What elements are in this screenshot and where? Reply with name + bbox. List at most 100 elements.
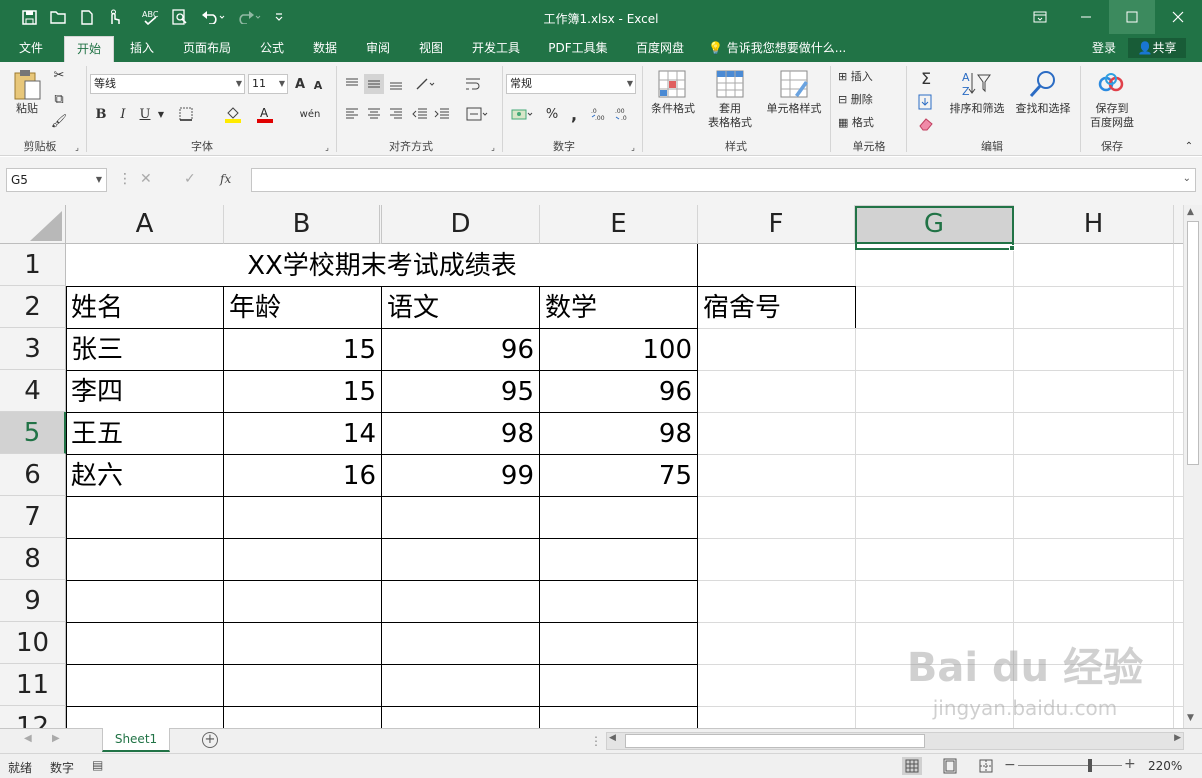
maximize-button[interactable] (1109, 0, 1155, 34)
zoom-level[interactable]: 220% (1148, 759, 1182, 773)
format-as-table-icon[interactable] (714, 68, 746, 100)
column-header-partial[interactable] (1174, 205, 1183, 244)
sort-filter-icon[interactable]: AZ (958, 68, 994, 100)
copy-icon[interactable]: ⧉ (50, 90, 68, 108)
tab-view[interactable]: 视图 (409, 34, 453, 62)
grow-font-icon[interactable]: A (292, 74, 308, 94)
cell-math[interactable]: 96 (540, 370, 697, 412)
cell-age[interactable]: 16 (224, 454, 381, 496)
tab-developer[interactable]: 开发工具 (462, 34, 530, 62)
cell-chinese[interactable]: 95 (382, 370, 539, 412)
increase-decimal-icon[interactable]: .0.00 (590, 104, 610, 124)
format-as-table-button[interactable]: 套用 表格格式 (702, 102, 758, 130)
scroll-thumb[interactable] (1187, 221, 1199, 465)
add-sheet-icon[interactable]: + (202, 732, 218, 748)
bold-button[interactable]: B (92, 104, 110, 124)
increase-indent-icon[interactable] (432, 104, 452, 124)
enter-icon[interactable]: ✓ (184, 171, 196, 187)
merge-center-icon[interactable] (462, 104, 492, 124)
align-bottom-icon[interactable] (386, 74, 406, 94)
scroll-right-icon[interactable]: ▶ (1174, 733, 1181, 743)
decrease-decimal-icon[interactable]: .00.0 (614, 104, 634, 124)
border-icon[interactable] (176, 104, 196, 124)
zoom-slider[interactable] (1018, 765, 1122, 766)
cut-icon[interactable]: ✂ (50, 66, 68, 84)
zoom-out-icon[interactable]: − (1004, 757, 1016, 773)
normal-view-icon[interactable] (902, 757, 922, 775)
font-size-select[interactable]: 11 ▼ (248, 74, 288, 94)
horizontal-scroll-thumb[interactable] (625, 734, 925, 748)
splitter-handle[interactable]: ⋮ (590, 734, 602, 748)
conditional-format-button[interactable]: 条件格式 (646, 102, 700, 116)
column-header-a[interactable]: A (66, 205, 224, 244)
fill-color-icon[interactable] (222, 104, 244, 124)
tab-insert[interactable]: 插入 (120, 34, 164, 62)
row-header-5[interactable]: 5 (0, 412, 66, 454)
collapse-ribbon-icon[interactable]: ⌃ (1182, 140, 1196, 152)
row-header-8[interactable]: 8 (0, 538, 66, 580)
cell-age[interactable]: 15 (224, 370, 381, 412)
row-header-1[interactable]: 1 (0, 244, 66, 286)
cell-chinese[interactable]: 99 (382, 454, 539, 496)
align-top-icon[interactable] (342, 74, 362, 94)
cell-age[interactable]: 15 (224, 328, 381, 370)
row-header-7[interactable]: 7 (0, 496, 66, 538)
tab-pdf[interactable]: PDF工具集 (540, 34, 616, 62)
cell-math[interactable]: 100 (540, 328, 697, 370)
row-header-3[interactable]: 3 (0, 328, 66, 370)
column-header-h[interactable]: H (1014, 205, 1174, 244)
page-break-view-icon[interactable] (976, 757, 996, 775)
dialog-launcher-icon[interactable]: ⌟ (488, 142, 498, 152)
baidu-cloud-icon[interactable] (1096, 68, 1126, 98)
row-header-10[interactable]: 10 (0, 622, 66, 664)
cell-styles-button[interactable]: 单元格样式 (762, 102, 826, 116)
column-header-f[interactable]: F (698, 205, 855, 244)
tab-review[interactable]: 审阅 (356, 34, 400, 62)
format-cells-button[interactable]: ▦ 格式 (838, 116, 900, 130)
tab-home[interactable]: 开始 (64, 36, 114, 62)
align-middle-icon[interactable] (364, 74, 384, 94)
active-cell-g5[interactable] (855, 206, 1014, 250)
column-header-e[interactable]: E (540, 205, 698, 244)
align-center-icon[interactable] (364, 104, 384, 124)
cell-chinese[interactable]: 98 (382, 412, 539, 454)
dialog-launcher-icon[interactable]: ⌟ (628, 142, 638, 152)
row-header-11[interactable]: 11 (0, 664, 66, 706)
tab-file[interactable]: 文件 (8, 34, 54, 62)
macro-record-icon[interactable]: ▤ (92, 758, 103, 772)
scroll-up-icon[interactable]: ▲ (1187, 207, 1194, 217)
header-cell-chinese[interactable]: 语文 (382, 286, 539, 328)
tab-page-layout[interactable]: 页面布局 (174, 34, 240, 62)
dialog-launcher-icon[interactable]: ⌟ (72, 142, 82, 152)
comma-button[interactable]: , (566, 104, 582, 124)
column-header-d[interactable]: D (382, 205, 540, 244)
select-all-button[interactable] (0, 205, 66, 244)
fill-handle[interactable] (1009, 245, 1015, 251)
sheet-title-cell[interactable]: XX学校期末考试成绩表 (66, 244, 698, 286)
format-painter-icon[interactable]: 🖌 (50, 112, 68, 130)
cancel-icon[interactable]: ✕ (140, 171, 152, 187)
prev-sheet-icon[interactable]: ◀ (24, 733, 32, 744)
delete-cells-button[interactable]: ⊟ 删除 (838, 93, 900, 107)
cell-math[interactable]: 98 (540, 412, 697, 454)
clear-icon[interactable] (912, 114, 940, 134)
tab-baidu[interactable]: 百度网盘 (626, 34, 694, 62)
tab-formulas[interactable]: 公式 (250, 34, 294, 62)
font-color-icon[interactable]: A (254, 104, 276, 124)
row-header-4[interactable]: 4 (0, 370, 66, 412)
splitter-handle[interactable]: ⋮ (118, 171, 132, 187)
spreadsheet-grid[interactable]: A B D E F G H 1 2 3 4 5 6 7 8 9 10 11 12… (0, 205, 1183, 728)
italic-button[interactable]: I (114, 104, 132, 124)
zoom-in-icon[interactable]: + (1124, 756, 1136, 772)
fill-icon[interactable] (912, 92, 940, 112)
name-box[interactable]: G5 ▼ (6, 168, 107, 192)
chevron-down-icon[interactable]: ▼ (156, 106, 166, 122)
formula-input[interactable]: ⌄ (251, 168, 1196, 192)
insert-cells-button[interactable]: ⊞ 插入 (838, 70, 900, 84)
autosum-icon[interactable]: Σ (912, 68, 940, 88)
align-left-icon[interactable] (342, 104, 362, 124)
column-header-b[interactable]: B (224, 205, 382, 244)
insert-function-icon[interactable]: fx (220, 172, 231, 186)
cell-name[interactable]: 李四 (66, 370, 223, 412)
cell-name[interactable]: 张三 (66, 328, 223, 370)
